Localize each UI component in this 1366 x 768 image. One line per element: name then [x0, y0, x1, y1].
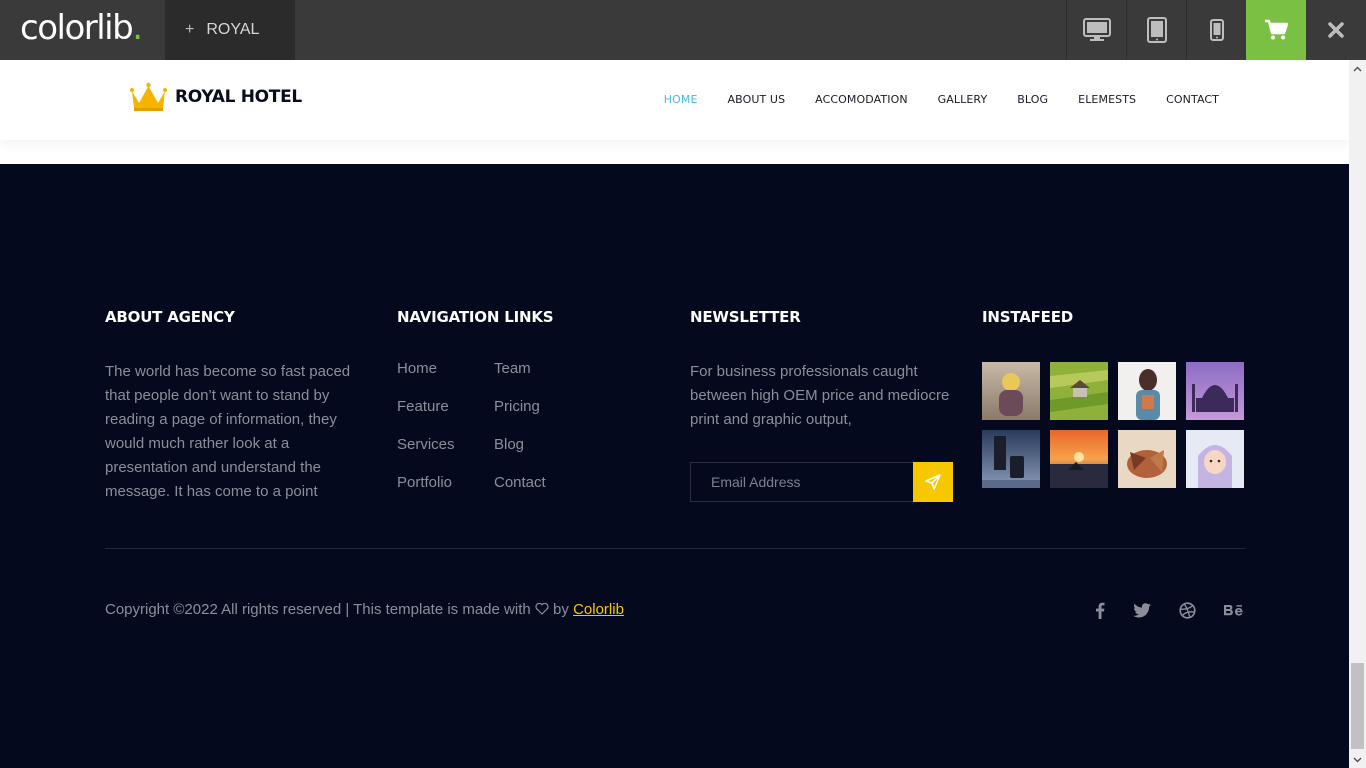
dribbble-icon	[1178, 601, 1196, 619]
site-footer: ABOUT AGENCY The world has become so fas…	[0, 164, 1349, 768]
instafeed-photo-4[interactable]	[1186, 362, 1244, 420]
subscribe-button[interactable]	[913, 462, 953, 502]
behance-link[interactable]	[1222, 600, 1246, 620]
copyright-main: Copyright ©2022 All rights reserved | Th…	[105, 601, 531, 618]
facebook-icon	[1096, 602, 1105, 619]
footer-link-portfolio[interactable]: Portfolio	[397, 472, 494, 494]
twitter-link[interactable]	[1132, 600, 1152, 620]
about-title: ABOUT AGENCY	[105, 308, 235, 326]
copyright-text: Copyright ©2022 All rights reserved | Th…	[105, 601, 624, 618]
instafeed-photo-8[interactable]	[1186, 430, 1244, 488]
chevron-down-icon	[1353, 757, 1362, 762]
crown-icon	[130, 82, 167, 111]
footer-link-home[interactable]: Home	[397, 358, 494, 380]
footer-link-pricing[interactable]: Pricing	[494, 396, 594, 418]
theme-tab[interactable]: + ROYAL	[165, 0, 295, 60]
brand-dot: .	[132, 8, 143, 48]
newsletter-column: NEWSLETTER For business professionals ca…	[690, 308, 953, 502]
nav-gallery[interactable]: GALLERY	[938, 93, 988, 106]
scroll-thumb[interactable]	[1351, 663, 1364, 749]
email-input[interactable]	[691, 463, 913, 501]
newsletter-title: NEWSLETTER	[690, 308, 801, 326]
navigation-title: NAVIGATION LINKS	[397, 308, 554, 326]
page-scrollbar[interactable]	[1349, 60, 1366, 768]
site-logo-text: ROYAL HOTEL	[175, 87, 302, 107]
buy-button[interactable]	[1246, 0, 1306, 60]
navigation-links: Home Team Feature Pricing Services Blog …	[397, 358, 594, 494]
about-text: The world has become so fast paced that …	[105, 363, 351, 500]
site-logo[interactable]: ROYAL HOTEL	[130, 82, 302, 112]
copyright-by: by	[553, 601, 569, 618]
close-icon	[1328, 22, 1344, 38]
nav-about-us[interactable]: ABOUT US	[728, 93, 786, 106]
about-column: ABOUT AGENCY The world has become so fas…	[105, 308, 375, 504]
instafeed-photo-2[interactable]	[1050, 362, 1108, 420]
twitter-icon	[1133, 602, 1151, 617]
instafeed-photo-5[interactable]	[982, 430, 1040, 488]
desktop-view-button[interactable]	[1066, 0, 1126, 60]
instafeed-photo-3[interactable]	[1118, 362, 1176, 420]
send-icon	[925, 474, 941, 490]
heart-icon	[535, 603, 549, 615]
behance-icon	[1224, 604, 1243, 615]
instafeed-photo-1[interactable]	[982, 362, 1040, 420]
nav-accomodation[interactable]: ACCOMODATION	[815, 93, 908, 106]
scroll-down-button[interactable]	[1349, 751, 1366, 768]
footer-divider	[105, 548, 1245, 549]
colorlib-logo[interactable]: colorlib.	[20, 8, 143, 48]
site-header: ROYAL HOTEL HOME ABOUT US ACCOMODATION G…	[0, 60, 1349, 140]
instafeed-column: INSTAFEED	[982, 308, 1244, 488]
footer-link-feature[interactable]: Feature	[397, 396, 494, 418]
footer-link-team[interactable]: Team	[494, 358, 594, 380]
brand-text: colorlib	[20, 8, 134, 48]
nav-blog[interactable]: BLOG	[1017, 93, 1048, 106]
newsletter-text: For business professionals caught betwee…	[690, 363, 950, 428]
footer-link-contact[interactable]: Contact	[494, 472, 594, 494]
instafeed-grid	[982, 362, 1244, 488]
desktop-icon	[1082, 18, 1111, 41]
colorlib-link[interactable]: Colorlib	[573, 601, 624, 618]
preview-toolbar: colorlib. + ROYAL	[0, 0, 1366, 60]
dribbble-link[interactable]	[1178, 600, 1196, 620]
cart-icon	[1265, 19, 1288, 40]
close-preview-button[interactable]	[1306, 0, 1366, 60]
mobile-icon	[1209, 19, 1224, 41]
plus-icon: +	[185, 21, 195, 38]
footer-link-blog[interactable]: Blog	[494, 434, 594, 456]
mobile-view-button[interactable]	[1186, 0, 1246, 60]
site-preview: ROYAL HOTEL HOME ABOUT US ACCOMODATION G…	[0, 60, 1349, 768]
nav-elements[interactable]: ELEMESTS	[1078, 93, 1136, 106]
instafeed-photo-6[interactable]	[1050, 430, 1108, 488]
theme-tab-label: ROYAL	[206, 21, 260, 38]
main-nav: HOME ABOUT US ACCOMODATION GALLERY BLOG …	[634, 93, 1219, 106]
footer-link-services[interactable]: Services	[397, 434, 494, 456]
scroll-up-button[interactable]	[1349, 60, 1366, 77]
tablet-view-button[interactable]	[1126, 0, 1186, 60]
nav-home[interactable]: HOME	[664, 93, 698, 106]
newsletter-form	[690, 462, 953, 502]
tablet-icon	[1146, 17, 1167, 43]
nav-contact[interactable]: CONTACT	[1166, 93, 1219, 106]
instafeed-photo-7[interactable]	[1118, 430, 1176, 488]
instafeed-title: INSTAFEED	[982, 308, 1074, 326]
facebook-link[interactable]	[1092, 600, 1108, 620]
navigation-column: NAVIGATION LINKS Home Team Feature Prici…	[397, 308, 594, 494]
chevron-up-icon	[1353, 66, 1362, 71]
